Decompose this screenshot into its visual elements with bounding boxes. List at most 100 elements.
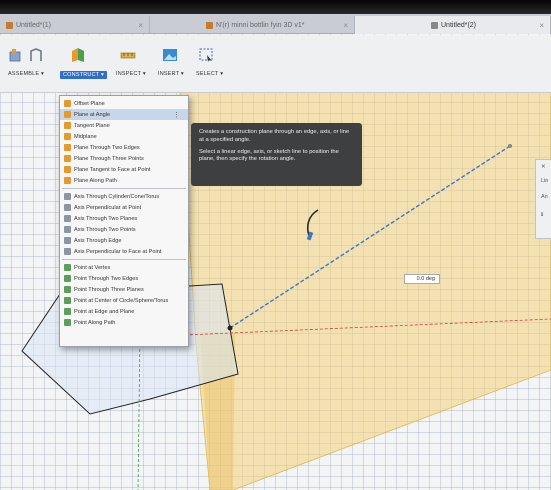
axis-two-planes-icon (64, 215, 71, 222)
point-center-icon (64, 297, 71, 304)
menu-item-plane-tangent-to-face[interactable]: Plane Tangent to Face at Point (60, 164, 188, 175)
menu-item-label: Point Through Two Edges (74, 275, 139, 282)
line-field-label: Lin (541, 178, 549, 184)
menu-item-axis-through-edge[interactable]: Axis Through Edge (60, 235, 188, 246)
more-options-icon[interactable]: ⋮ (173, 111, 180, 119)
insert-group[interactable]: INSERT ▾ (158, 43, 184, 91)
menu-item-point-through-two-edges[interactable]: Point Through Two Edges (60, 273, 188, 284)
assemble-group[interactable]: ASSEMBLE ▾ (8, 43, 44, 91)
close-icon[interactable]: × (343, 21, 348, 30)
menu-item-axis-through-cylinder[interactable]: Axis Through Cylinder/Cone/Torus (60, 191, 188, 202)
axis-two-points-icon (64, 226, 71, 233)
line-endpoint[interactable] (227, 325, 233, 331)
menu-item-point-along-path[interactable]: Point Along Path (60, 317, 188, 328)
midplane-icon (64, 133, 71, 140)
select-group[interactable]: SELECT ▾ (196, 43, 223, 91)
point-path-icon (64, 319, 71, 326)
menu-item-label: Point Through Three Planes (74, 286, 144, 293)
ribbon-toolbar: ASSEMBLE ▾ CONSTRUCT ▾ INSPECT ▾ INSERT … (0, 35, 551, 93)
document-icon (206, 21, 213, 29)
close-icon[interactable]: × (138, 21, 143, 30)
tab-label: N'(r) minni bottlin fyin 3D v1* (216, 21, 305, 29)
menu-item-plane-through-two-edges[interactable]: Plane Through Two Edges (60, 142, 188, 153)
document-icon (431, 21, 438, 29)
command-dialog-panel: ✕ Lin An ℹ (535, 159, 551, 239)
tooltip-instructions: Select a linear edge, axis, or sketch li… (199, 148, 339, 163)
menu-item-point-at-center[interactable]: Point at Center of Circle/Sphere/Torus (60, 295, 188, 306)
menu-item-axis-through-two-points[interactable]: Axis Through Two Points (60, 224, 188, 235)
menu-item-label: Plane Through Two Edges (74, 144, 140, 151)
construct-dropdown-menu: Offset Plane Plane at Angle ⋮ Tangent Pla… (59, 95, 189, 347)
tab-untitled-1[interactable]: Untitled*(1) × (0, 16, 150, 34)
insert-image-icon[interactable] (162, 47, 178, 63)
point-edge-plane-icon (64, 308, 71, 315)
menu-item-label: Point at Center of Circle/Sphere/Torus (74, 297, 169, 304)
point-two-edges-icon (64, 275, 71, 282)
menu-item-label: Axis Perpendicular to Face at Point (74, 248, 162, 255)
tab-label: Untitled*(1) (16, 21, 52, 29)
menu-item-label: Plane Tangent to Face at Point (74, 166, 151, 173)
menu-item-tangent-plane[interactable]: Tangent Plane (60, 120, 188, 131)
offset-plane-icon (64, 100, 71, 107)
tooltip-description: Creates a construction plane through an … (199, 129, 350, 143)
measure-icon[interactable] (120, 47, 136, 63)
menu-item-label: Axis Through Edge (74, 237, 122, 244)
tab-label: Untitled*(2) (441, 21, 477, 29)
angle-value-input[interactable]: 0.0 deg (404, 274, 440, 284)
plane-tangent-face-icon (64, 166, 71, 173)
axis-perpendicular-icon (64, 204, 71, 211)
inspect-group[interactable]: INSPECT ▾ (116, 43, 146, 91)
monitor-bezel (0, 0, 551, 14)
info-icon[interactable]: ℹ (541, 212, 543, 218)
menu-item-plane-through-three-points[interactable]: Plane Through Three Points (60, 153, 188, 164)
new-component-icon[interactable] (8, 47, 24, 63)
axis-edge-icon (64, 237, 71, 244)
tab-untitled-2[interactable]: Untitled*(2) × (355, 16, 551, 34)
point-three-planes-icon (64, 286, 71, 293)
fusion-window: Untitled*(1) × N'(r) minni bottlin fyin … (0, 14, 551, 490)
menu-item-point-through-three-planes[interactable]: Point Through Three Planes (60, 284, 188, 295)
angle-field-label: An (541, 194, 548, 200)
plane-three-points-icon (64, 155, 71, 162)
menu-item-label: Plane Along Path (74, 177, 117, 184)
joint-icon[interactable] (28, 47, 44, 63)
menu-item-label: Plane Through Three Points (74, 155, 144, 162)
assemble-menu-button[interactable]: ASSEMBLE ▾ (8, 71, 44, 77)
menu-item-label: Midplane (74, 133, 97, 140)
tangent-plane-icon (64, 122, 71, 129)
dialog-close-icon[interactable]: ✕ (541, 164, 546, 170)
menu-item-offset-plane[interactable]: Offset Plane (60, 98, 188, 109)
menu-item-midplane[interactable]: Midplane (60, 131, 188, 142)
select-icon[interactable] (198, 47, 214, 63)
menu-item-point-at-edge-and-plane[interactable]: Point at Edge and Plane (60, 306, 188, 317)
menu-item-point-at-vertex[interactable]: Point at Vertex (60, 262, 188, 273)
inspect-menu-button[interactable]: INSPECT ▾ (116, 71, 146, 77)
document-tab-bar: Untitled*(1) × N'(r) minni bottlin fyin … (0, 14, 551, 34)
construct-menu-button[interactable]: CONSTRUCT ▾ (60, 71, 107, 79)
menu-item-label: Plane at Angle (74, 111, 111, 118)
line-endpoint[interactable] (508, 144, 512, 148)
menu-item-axis-perpendicular-at-point[interactable]: Axis Perpendicular at Point (60, 202, 188, 213)
construct-plane-icon[interactable] (70, 47, 86, 63)
document-icon (6, 21, 13, 29)
insert-menu-button[interactable]: INSERT ▾ (158, 71, 184, 77)
menu-divider (62, 259, 186, 260)
tab-bottle-3d[interactable]: N'(r) minni bottlin fyin 3D v1* × (150, 16, 355, 34)
menu-item-label: Tangent Plane (74, 122, 110, 129)
menu-divider (62, 188, 186, 189)
menu-item-label: Offset Plane (74, 100, 105, 107)
menu-item-axis-through-two-planes[interactable]: Axis Through Two Planes (60, 213, 188, 224)
command-tooltip: Creates a construction plane through an … (191, 123, 362, 186)
menu-item-plane-at-angle[interactable]: Plane at Angle ⋮ (60, 109, 188, 120)
menu-item-label: Point Along Path (74, 319, 116, 326)
close-icon[interactable]: × (539, 21, 544, 30)
axis-face-icon (64, 248, 71, 255)
menu-item-plane-along-path[interactable]: Plane Along Path (60, 175, 188, 186)
plane-at-angle-icon (64, 111, 71, 118)
construct-group[interactable]: CONSTRUCT ▾ (60, 43, 107, 91)
menu-item-label: Axis Through Cylinder/Cone/Torus (74, 193, 160, 200)
menu-item-label: Axis Perpendicular at Point (74, 204, 142, 211)
menu-item-axis-perpendicular-to-face[interactable]: Axis Perpendicular to Face at Point (60, 246, 188, 257)
select-menu-button[interactable]: SELECT ▾ (196, 71, 223, 77)
menu-item-label: Point at Vertex (74, 264, 111, 271)
